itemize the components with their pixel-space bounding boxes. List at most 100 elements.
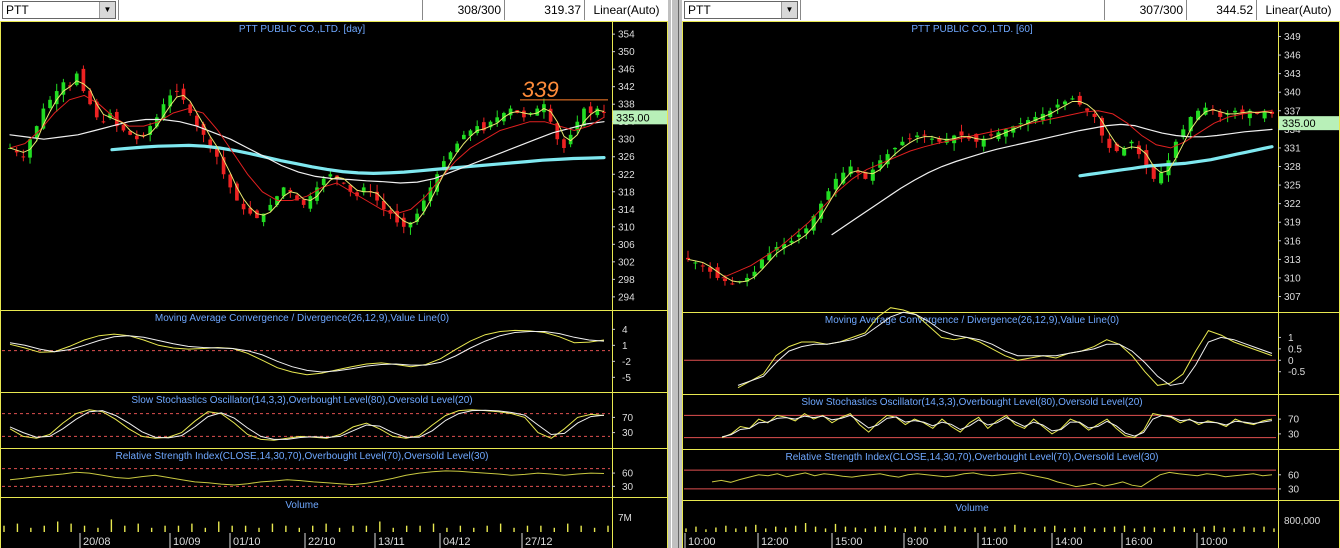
candle-body — [268, 204, 273, 211]
candle-body — [915, 135, 920, 138]
candle-body — [730, 283, 735, 285]
candle-body — [700, 265, 705, 267]
y-tick-label: 1 — [1288, 333, 1294, 344]
candle-body — [929, 138, 934, 140]
x-tick-label: 14:00 — [1055, 536, 1083, 548]
y-tick-label: 319 — [1284, 218, 1301, 229]
y-tick-label: 30 — [1288, 484, 1300, 495]
chevron-down-icon[interactable]: ▼ — [99, 2, 115, 18]
bar-count: 308/300 — [422, 0, 504, 20]
candle-body — [175, 90, 179, 92]
pane-title: PTT PUBLIC CO.,LTD. [60] — [911, 24, 1033, 35]
x-tick-label: 10:00 — [688, 536, 716, 548]
candle-body — [21, 156, 26, 158]
price-tag-label: 335.00 — [1282, 118, 1316, 130]
y-tick-label: 325 — [1284, 181, 1301, 192]
panel-divider[interactable] — [668, 0, 682, 548]
y-tick-label: 316 — [1284, 236, 1301, 247]
y-tick-label: 342 — [618, 82, 635, 93]
candle-body — [685, 257, 691, 260]
y-tick-label: 0.5 — [1288, 344, 1302, 355]
y-tick-label: 330 — [618, 135, 635, 146]
candle-body — [48, 99, 52, 108]
candle-body — [826, 191, 831, 200]
candle-body — [1062, 101, 1068, 105]
candle-body — [121, 124, 126, 131]
y-tick-label: 349 — [1284, 32, 1301, 43]
candle-body — [74, 73, 79, 86]
candle-body — [562, 139, 566, 148]
x-tick-label: 10:00 — [1200, 536, 1228, 548]
candle-body — [1055, 104, 1060, 108]
y-tick-label: 354 — [618, 30, 635, 41]
x-tick-label: 20/08 — [83, 536, 111, 548]
y-tick-label: 60 — [622, 469, 634, 480]
candle-body — [134, 135, 139, 140]
y-tick-label: 340 — [1284, 88, 1301, 99]
candle-body — [1129, 141, 1134, 144]
scale-mode-button[interactable]: Linear(Auto) — [1256, 0, 1340, 20]
x-tick-label: 10/09 — [173, 536, 201, 548]
y-tick-label: 313 — [1284, 255, 1301, 266]
candle-body — [759, 259, 764, 269]
candle-body — [308, 196, 313, 209]
pane-title: Relative Strength Index(CLOSE,14,30,70),… — [116, 451, 489, 462]
chart-window-left: PTT ▼ 308/300 319.37 Linear(Auto) PTT PU… — [0, 0, 668, 548]
last-price: 319.37 — [504, 0, 584, 20]
candle-body — [81, 68, 86, 92]
y-tick-label: -0.5 — [1288, 367, 1306, 378]
candle-body — [1107, 138, 1112, 148]
y-tick-label: 70 — [1288, 415, 1300, 426]
chart-window-right: PTT ▼ 307/300 344.52 Linear(Auto) PTT PU… — [682, 0, 1340, 548]
candle-body — [1233, 110, 1238, 113]
symbol-dropdown[interactable]: PTT ▼ — [684, 1, 798, 19]
y-tick-label: 310 — [1284, 273, 1301, 284]
pane-title: PTT PUBLIC CO.,LTD. [day] — [239, 24, 366, 35]
chevron-down-icon[interactable]: ▼ — [781, 2, 797, 18]
y-tick-label: 350 — [618, 47, 635, 58]
y-tick-label: 1 — [622, 341, 628, 352]
y-tick-label: 7M — [618, 513, 632, 524]
scale-mode-button[interactable]: Linear(Auto) — [584, 0, 668, 20]
x-tick-label: 9:00 — [907, 536, 928, 548]
candle-body — [722, 278, 727, 282]
y-tick-label: -2 — [622, 357, 631, 368]
pane-title: Slow Stochastics Oscillator(14,3,3),Over… — [131, 395, 472, 406]
y-tick-label: 314 — [618, 205, 635, 216]
candle-body — [321, 178, 326, 186]
pane-title: Moving Average Convergence / Divergence(… — [825, 315, 1119, 326]
pane-title: Relative Strength Index(CLOSE,14,30,70),… — [786, 452, 1159, 463]
candle-body — [195, 115, 199, 127]
y-tick-label: 298 — [618, 275, 635, 286]
candle-body — [922, 134, 927, 136]
y-tick-label: 337 — [1284, 106, 1301, 117]
candle-body — [907, 138, 912, 140]
candle-body — [1136, 145, 1141, 155]
pane-title: Volume — [285, 500, 319, 511]
y-tick-label: 322 — [1284, 199, 1301, 210]
y-tick-label: 30 — [622, 428, 634, 439]
y-tick-label: 70 — [622, 413, 634, 424]
toolbar-blank — [800, 0, 1104, 20]
y-tick-label: 338 — [618, 100, 635, 111]
symbol-value: PTT — [688, 3, 711, 17]
last-price: 344.52 — [1186, 0, 1256, 20]
y-tick-label: 346 — [1284, 51, 1301, 62]
y-tick-label: 318 — [618, 187, 635, 198]
y-tick-label: 331 — [1284, 143, 1301, 154]
candle-body — [582, 108, 586, 126]
x-tick-label: 11:00 — [981, 536, 1008, 548]
candle-body — [241, 203, 246, 210]
candle-body — [796, 234, 801, 237]
chart-canvas-left: PTT PUBLIC CO.,LTD. [day] Moving Average … — [0, 21, 668, 548]
candle-body — [693, 262, 698, 264]
chart-canvas-right: PTT PUBLIC CO.,LTD. [60] Moving Average C… — [682, 21, 1340, 548]
symbol-dropdown[interactable]: PTT ▼ — [2, 1, 116, 19]
y-tick-label: 310 — [618, 222, 635, 233]
x-tick-label: 01/10 — [233, 536, 261, 548]
chart-toolbar: PTT ▼ 308/300 319.37 Linear(Auto) — [0, 0, 668, 22]
y-tick-label: 60 — [1288, 470, 1300, 481]
x-tick-label: 22/10 — [308, 536, 336, 548]
candle-body — [522, 110, 526, 118]
pane-title: Moving Average Convergence / Divergence(… — [155, 313, 449, 324]
